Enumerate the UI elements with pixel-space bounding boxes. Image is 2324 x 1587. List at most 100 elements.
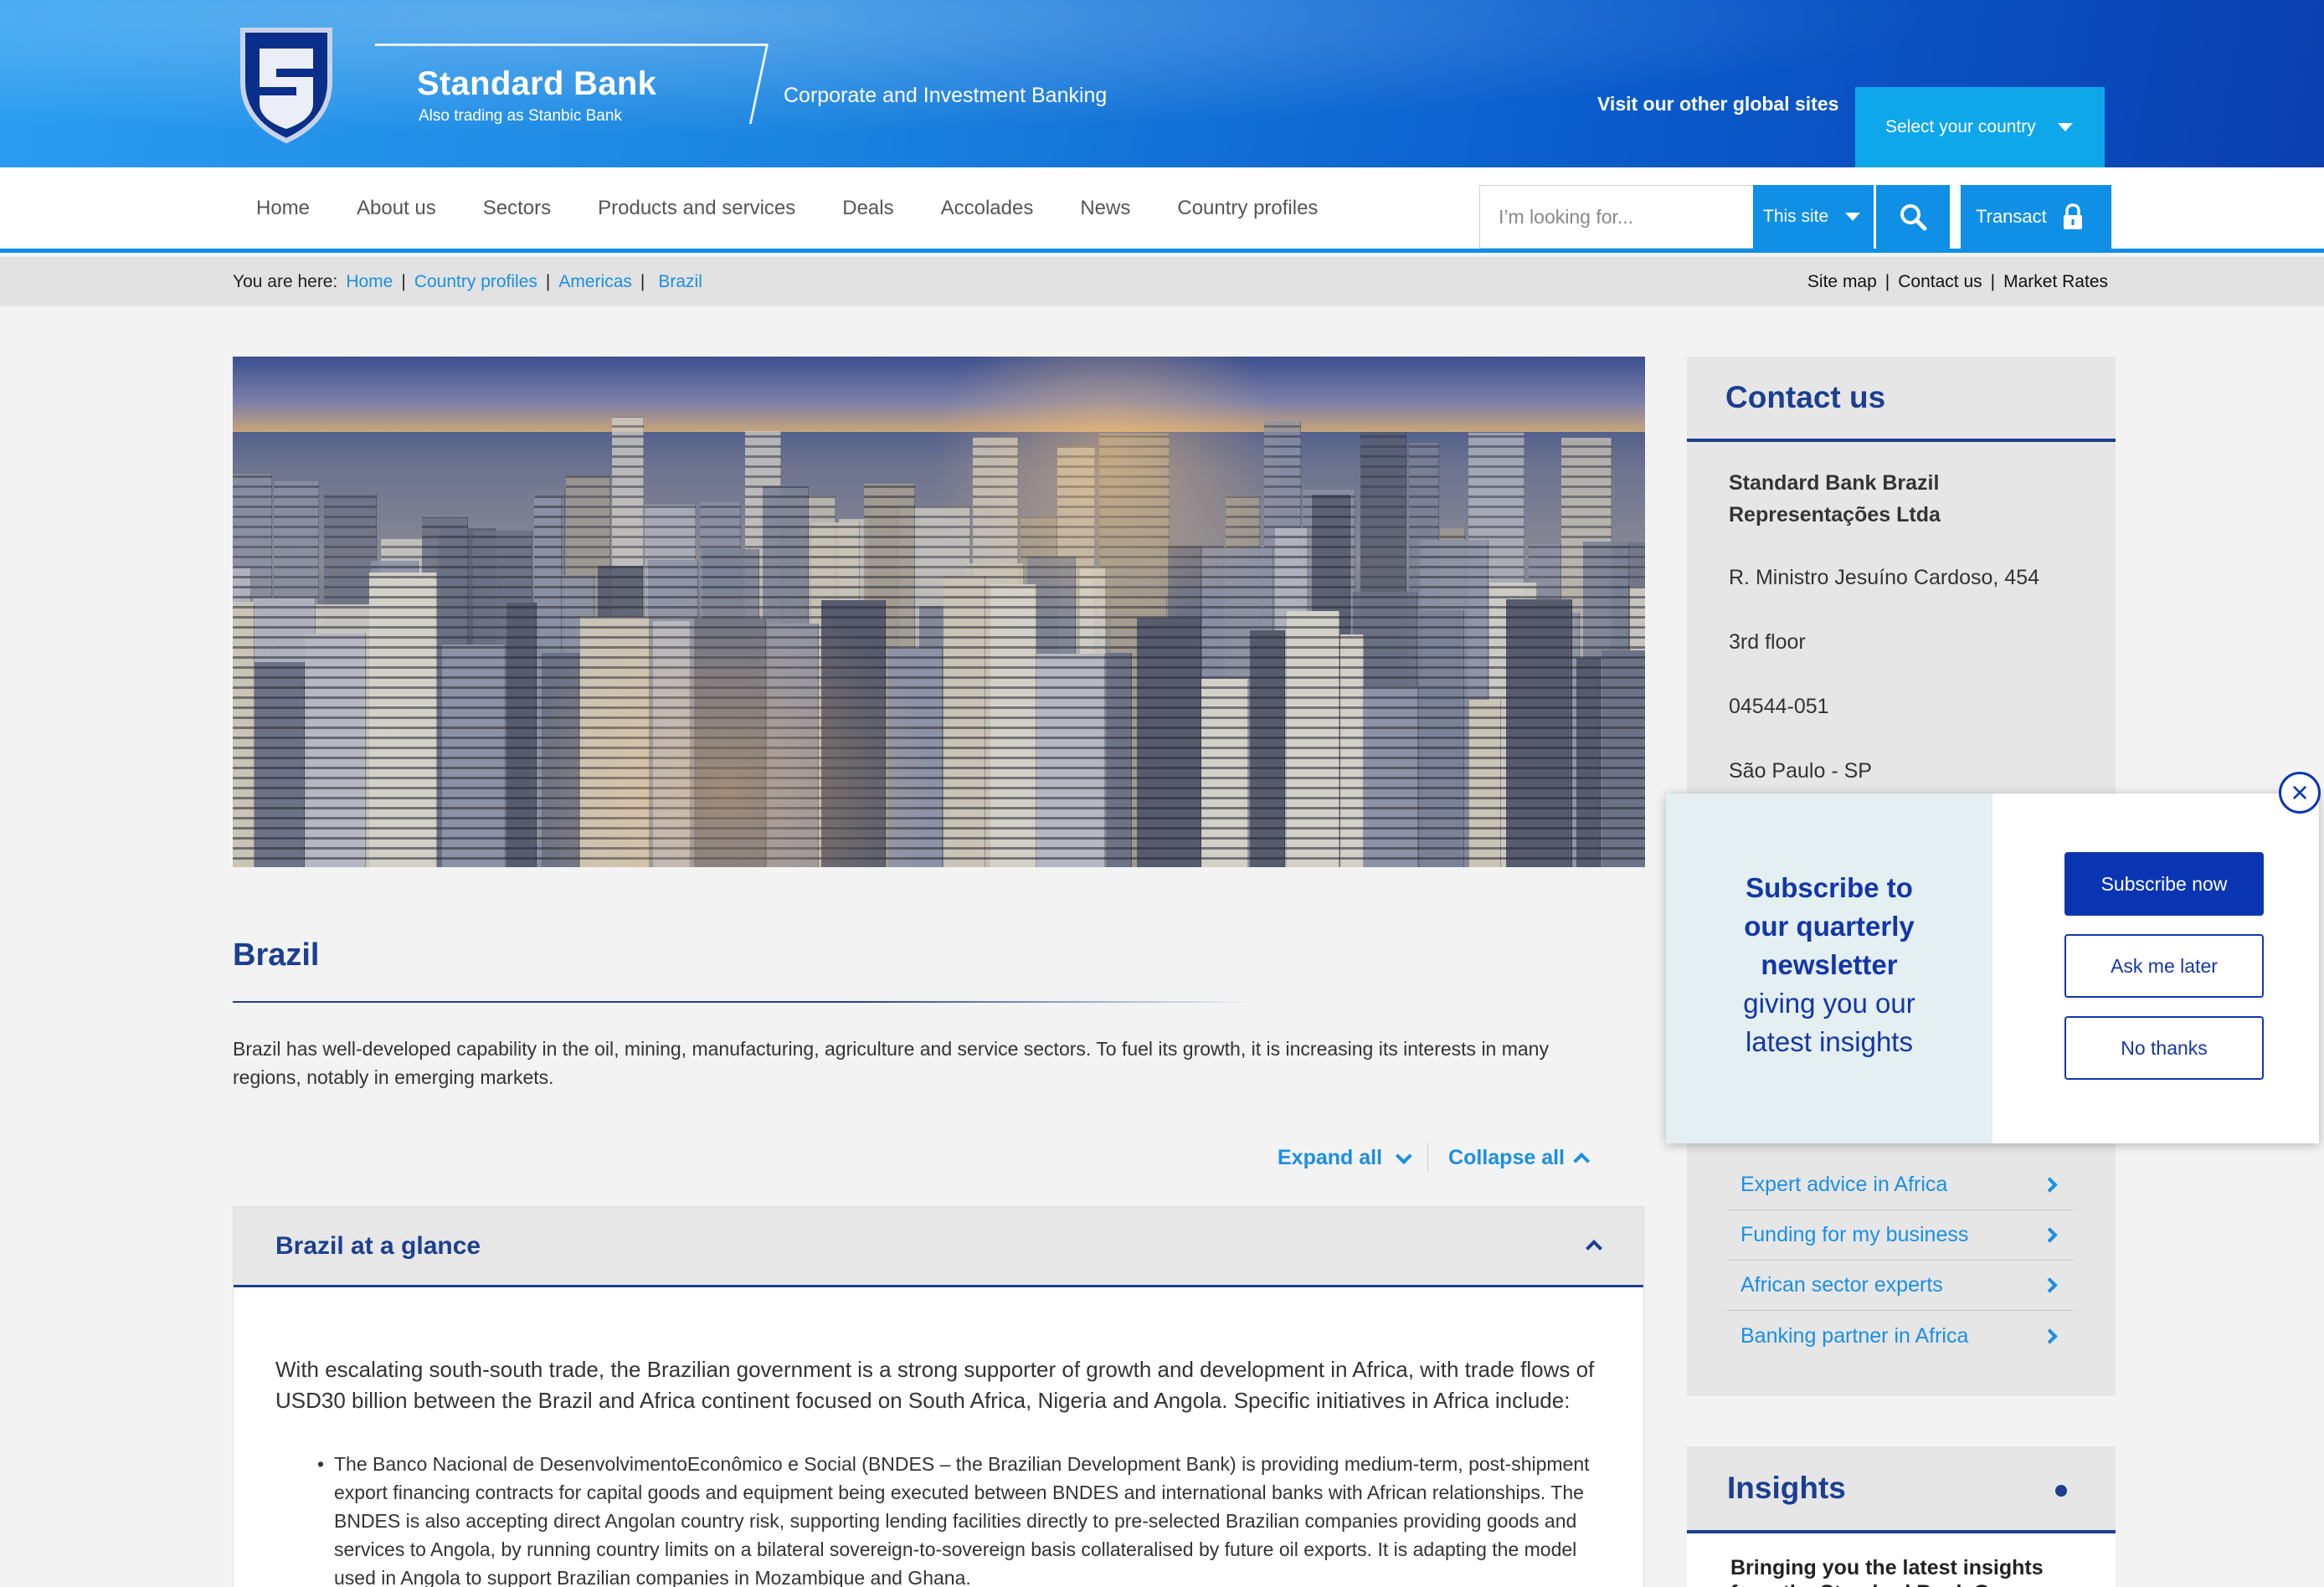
address-floor: 3rd floor [1729, 630, 1806, 654]
expand-all-button[interactable]: Expand all [1278, 1145, 1412, 1170]
insights-subtitle: Bringing you the latest insights from th… [1730, 1556, 2044, 1587]
market-rates-link[interactable]: Market Rates [2003, 272, 2108, 292]
utility-separator: | [1990, 271, 1996, 291]
brand-name: Standard Bank [417, 65, 657, 102]
page-title: Brazil [233, 937, 320, 973]
accordion-title: Brazil at a glance [275, 1231, 481, 1260]
sidebar-link-expert-advice[interactable]: Expert advice in Africa [1727, 1160, 2074, 1210]
contact-company-line-2: Representações Ltda [1729, 503, 1941, 526]
main-navbar: Home About us Sectors Products and servi… [0, 167, 2324, 253]
insights-panel: Insights Bringing you the latest insight… [1687, 1446, 2116, 1587]
hero-city-image [233, 357, 1645, 867]
chevron-down-icon [1845, 213, 1861, 221]
popup-message-bold-3: newsletter [1761, 949, 1898, 980]
breadcrumb-brazil[interactable]: Brazil [658, 272, 702, 292]
popup-message-line-2: latest insights [1746, 1026, 1913, 1057]
popup-message-panel: Subscribe to our quarterly newsletter gi… [1666, 794, 1992, 1143]
brand-subtitle: Also trading as Stanbic Bank [419, 107, 622, 125]
address-postcode: 04544-051 [1729, 695, 1829, 718]
breadcrumb-separator: | [545, 271, 551, 291]
newsletter-popup: Subscribe to our quarterly newsletter gi… [1666, 794, 2319, 1143]
intro-text: Brazil has well-developed capability in … [233, 1038, 1549, 1088]
contact-heading: Contact us [1687, 357, 2116, 442]
nav-deals[interactable]: Deals [819, 197, 917, 220]
popup-message: Subscribe to our quarterly newsletter gi… [1691, 869, 1967, 1061]
popup-message-bold-2: our quarterly [1744, 911, 1915, 942]
transact-button[interactable]: Transact [1961, 185, 2111, 249]
division-label: Corporate and Investment Banking [784, 84, 1108, 107]
subscribe-now-button[interactable]: Subscribe now [2064, 852, 2264, 916]
insights-title: Insights [1727, 1471, 1846, 1505]
sidebar-link-label: Banking partner in Africa [1740, 1323, 1969, 1348]
search-icon [1900, 204, 1927, 231]
contact-company-line-1: Standard Bank Brazil [1729, 471, 1940, 495]
list-item: The Banco Nacional de DesenvolvimentoEco… [334, 1453, 1590, 1587]
site-map-link[interactable]: Site map [1807, 272, 1877, 292]
chevron-right-icon [2042, 1328, 2058, 1344]
controls-divider [1427, 1143, 1429, 1172]
sidebar-link-label: Expert advice in Africa [1740, 1173, 1948, 1196]
address-city: São Paulo - SP [1729, 759, 1872, 783]
country-select-label: Select your country [1885, 117, 2036, 136]
expand-collapse-controls: Expand all Collapse all [1278, 1143, 1591, 1172]
lock-icon [2063, 203, 2082, 229]
nav-sectors[interactable]: Sectors [460, 197, 574, 220]
contact-us-link[interactable]: Contact us [1898, 272, 1982, 292]
sidebar-link-label: African sector experts [1740, 1273, 1943, 1297]
country-select-dropdown[interactable]: Select your country [1855, 87, 2105, 167]
search-scope-dropdown[interactable]: This site [1753, 185, 1874, 249]
breadcrumb-separator: | [401, 271, 406, 291]
no-thanks-button[interactable]: No thanks [2064, 1016, 2264, 1080]
bullet-icon: • [317, 1453, 325, 1475]
sidebar-link-funding[interactable]: Funding for my business [1727, 1210, 2074, 1261]
nav-news[interactable]: News [1057, 197, 1154, 220]
contact-company-name: Standard Bank Brazil Representações Ltda [1729, 467, 1941, 531]
breadcrumb: You are here: Home | Country profiles | … [233, 257, 702, 306]
utility-links: Site map | Contact us | Market Rates [1807, 257, 2108, 306]
accordion-bullet-list: • The Banco Nacional de DesenvolvimentoE… [317, 1450, 1623, 1587]
accordion-paragraph: With escalating south-south trade, the B… [275, 1357, 1595, 1413]
breadcrumb-home[interactable]: Home [346, 272, 393, 292]
nav-about-us[interactable]: About us [333, 197, 460, 220]
carousel-dot-icon[interactable] [2055, 1485, 2067, 1497]
chevron-down-icon [2057, 123, 2073, 131]
ask-me-later-button[interactable]: Ask me later [2064, 934, 2264, 998]
chevron-right-icon [2042, 1227, 2058, 1243]
nav-accolades[interactable]: Accolades [918, 197, 1057, 220]
nav-country-profiles[interactable]: Country profiles [1154, 197, 1341, 220]
nav-home[interactable]: Home [233, 197, 333, 220]
title-divider [233, 1001, 1254, 1003]
chevron-right-icon [2042, 1277, 2058, 1293]
chevron-right-icon [2042, 1177, 2058, 1193]
chevron-up-icon [1586, 1240, 1602, 1256]
breadcrumb-americas[interactable]: Americas [558, 272, 632, 292]
collapse-all-button[interactable]: Collapse all [1448, 1145, 1591, 1170]
utility-separator: | [1884, 271, 1890, 291]
collapse-all-label: Collapse all [1448, 1145, 1565, 1169]
address-street: R. Ministro Jesuíno Cardoso, 454 [1729, 566, 2040, 589]
hero-city-lights [233, 357, 1645, 867]
sidebar-link-banking-partner[interactable]: Banking partner in Africa [1727, 1311, 2074, 1361]
nav-products-and-services[interactable]: Products and services [574, 197, 819, 220]
search-input[interactable]: I’m looking for... [1479, 185, 1754, 249]
breadcrumb-prefix: You are here: [233, 271, 338, 291]
chevron-down-icon [1395, 1147, 1412, 1164]
main-nav: Home About us Sectors Products and servi… [233, 167, 1341, 249]
sidebar-link-label: Funding for my business [1740, 1223, 1969, 1246]
breadcrumb-bar: You are here: Home | Country profiles | … [0, 257, 2324, 306]
sidebar-link-sector-experts[interactable]: African sector experts [1727, 1261, 2074, 1311]
global-sites-label: Visit our other global sites [1597, 93, 1839, 115]
search-button[interactable] [1876, 185, 1950, 249]
expand-all-label: Expand all [1278, 1145, 1383, 1169]
popup-message-bold-1: Subscribe to [1746, 872, 1913, 903]
chevron-up-icon [1573, 1152, 1591, 1169]
accordion-panel: Brazil at a glance With escalating south… [233, 1206, 1644, 1587]
accordion-header[interactable]: Brazil at a glance [234, 1207, 1643, 1287]
popup-message-line-1: giving you our [1743, 988, 1915, 1019]
breadcrumb-separator: | [640, 271, 645, 291]
insights-header[interactable]: Insights [1687, 1446, 2116, 1533]
standard-bank-logo-icon[interactable] [234, 23, 338, 144]
close-icon[interactable]: × [2279, 772, 2321, 814]
breadcrumb-country-profiles[interactable]: Country profiles [414, 272, 537, 292]
site-header: Standard Bank Also trading as Stanbic Ba… [0, 0, 2324, 167]
